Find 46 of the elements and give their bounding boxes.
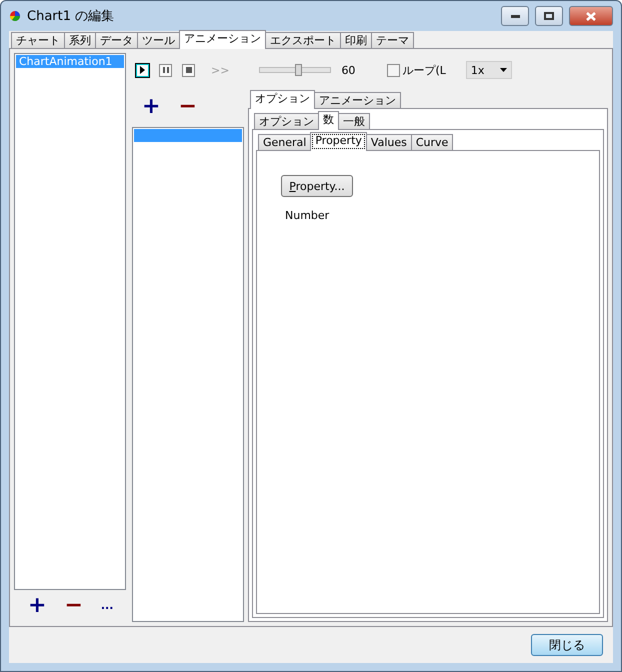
close-dialog-button[interactable]: 閉じる xyxy=(531,634,603,656)
tab[interactable]: Values xyxy=(366,134,412,151)
play-icon xyxy=(139,66,146,74)
tab[interactable]: 系列 xyxy=(64,32,96,49)
tab[interactable]: 数 xyxy=(318,111,339,130)
stop-icon xyxy=(186,67,192,73)
maximize-button[interactable] xyxy=(535,6,563,26)
window-title: Chart1 の編集 xyxy=(27,8,116,25)
zoom-dropdown[interactable]: 1x xyxy=(466,61,512,79)
pause-icon xyxy=(162,67,168,73)
property-button[interactable]: Property... xyxy=(281,175,353,197)
speed-slider[interactable] xyxy=(259,67,332,73)
tab[interactable]: ツール xyxy=(137,32,180,49)
tab[interactable]: データ xyxy=(95,32,138,49)
stop-button[interactable] xyxy=(182,64,195,76)
minimize-icon xyxy=(510,14,520,18)
tab[interactable]: アニメーション xyxy=(314,92,401,109)
maximize-icon xyxy=(544,12,554,20)
tab[interactable]: 印刷 xyxy=(340,32,372,49)
loop-label: ループ(L xyxy=(402,62,446,78)
tab[interactable]: Curve xyxy=(410,134,454,151)
tab[interactable]: 一般 xyxy=(338,113,370,130)
speed-value: 60 xyxy=(341,64,356,76)
tab[interactable]: アニメーション xyxy=(179,30,266,49)
property-name: Number xyxy=(285,209,330,222)
close-button[interactable] xyxy=(569,6,613,26)
tab[interactable]: テーマ xyxy=(371,32,414,49)
close-icon xyxy=(586,12,596,20)
add-button[interactable]: + xyxy=(142,97,160,117)
tab[interactable]: チャート xyxy=(11,32,65,49)
tab[interactable]: Property xyxy=(310,132,367,151)
tab[interactable]: オプション xyxy=(250,90,315,109)
more-button[interactable]: ... xyxy=(100,596,114,616)
add-button[interactable]: + xyxy=(28,596,46,616)
chart-icon xyxy=(9,10,21,22)
tab[interactable]: General xyxy=(258,134,312,151)
play-button[interactable] xyxy=(136,64,149,76)
pause-button[interactable] xyxy=(159,64,172,76)
minimize-button[interactable] xyxy=(501,6,529,26)
slider-thumb[interactable] xyxy=(294,64,302,76)
caret-icon xyxy=(500,68,507,72)
tab[interactable]: オプション xyxy=(254,113,319,130)
loop-checkbox[interactable] xyxy=(387,64,400,76)
remove-button[interactable]: − xyxy=(178,97,197,117)
tab[interactable]: エクスポート xyxy=(265,32,341,49)
remove-button[interactable]: − xyxy=(64,596,83,616)
